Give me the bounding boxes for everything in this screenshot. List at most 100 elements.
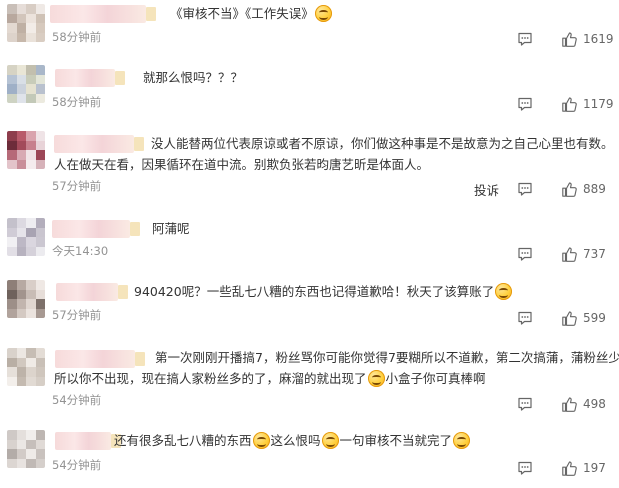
comment-time: 57分钟前: [52, 179, 102, 193]
avatar-pixel: [26, 13, 36, 23]
reply-icon[interactable]: [517, 396, 533, 412]
reply-icon[interactable]: [517, 181, 533, 197]
comment-time: 54分钟前: [52, 458, 102, 472]
avatar-pixel: [35, 289, 45, 299]
comment-time: 54分钟前: [52, 393, 102, 407]
avatar-pixel: [7, 227, 17, 237]
thumbs-up-icon: [561, 396, 578, 413]
avatar-pixel: [7, 458, 17, 468]
username-blurred[interactable]: [50, 5, 156, 23]
avatar-pixel: [35, 357, 45, 367]
report-link[interactable]: 投诉: [474, 180, 499, 199]
like-button[interactable]: 889: [561, 181, 619, 198]
avatar-pixel: [16, 23, 26, 33]
avatar[interactable]: [7, 218, 45, 256]
comment-text: 《审核不当》《工作失误》: [170, 3, 333, 25]
avatar-pixel: [35, 367, 45, 377]
comment-item: 940420呢？一些乱七八糟的东西也记得道歉哈！秋天了该算账了 57分钟前 59…: [0, 274, 619, 336]
reply-icon[interactable]: [517, 96, 533, 112]
avatar-pixel: [7, 74, 17, 84]
avatar-pixel: [7, 131, 17, 141]
grin-emoji-icon: [321, 432, 339, 449]
avatar-pixel: [7, 299, 17, 309]
smile-emoji-icon: [314, 5, 332, 22]
like-button[interactable]: 737: [561, 246, 619, 263]
avatar-pixel: [7, 65, 17, 75]
avatar-pixel: [35, 227, 45, 237]
username-blurred[interactable]: [55, 69, 125, 87]
avatar-pixel: [7, 218, 17, 228]
comment-actions: 737: [517, 244, 619, 264]
avatar-pixel: [16, 458, 26, 468]
comment-text: 没人能替两位代表原谅或者不原谅，你们做这种事是不是故意为之自己心里也有数。: [151, 136, 614, 151]
avatar-pixel: [35, 449, 45, 459]
avatar[interactable]: [7, 131, 45, 169]
reply-icon[interactable]: [517, 310, 533, 326]
avatar-pixel: [35, 246, 45, 256]
avatar-pixel: [16, 308, 26, 318]
avatar-pixel: [26, 376, 36, 386]
avatar[interactable]: [7, 430, 45, 468]
comment-time: 58分钟前: [52, 30, 102, 44]
username-blurred[interactable]: [56, 283, 128, 301]
like-button[interactable]: 1619: [561, 31, 619, 48]
like-button[interactable]: 599: [561, 310, 619, 327]
username-blurred[interactable]: [55, 350, 145, 368]
avatar-pixel: [7, 32, 17, 42]
avatar-pixel: [26, 449, 36, 459]
avatar-pixel: [35, 74, 45, 84]
reply-icon[interactable]: [517, 31, 533, 47]
avatar-pixel: [35, 376, 45, 386]
comment-time: 58分钟前: [52, 95, 102, 109]
avatar-pixel: [16, 449, 26, 459]
avatar-pixel: [26, 65, 36, 75]
comment-item: 第一次刚刚开播搞7，粉丝骂你可能你觉得7要糊所以不道歉，第二次搞蒲，蒲粉丝少 所…: [0, 343, 619, 423]
like-count: 889: [583, 182, 606, 196]
avatar-pixel: [26, 237, 36, 247]
avatar-pixel: [7, 4, 17, 14]
username-blurred[interactable]: [55, 432, 121, 450]
avatar-pixel: [26, 308, 36, 318]
avatar-pixel: [26, 289, 36, 299]
like-button[interactable]: 498: [561, 396, 619, 413]
avatar-pixel: [26, 430, 36, 440]
avatar-pixel: [26, 4, 36, 14]
comment-item: 《审核不当》《工作失误》 58分钟前 1619: [0, 0, 619, 60]
comment-actions: 投诉 889: [474, 179, 619, 199]
comment-actions: 599: [517, 308, 619, 328]
comment-actions: 498: [517, 394, 619, 414]
avatar-pixel: [26, 159, 36, 169]
like-count: 197: [583, 461, 606, 475]
avatar-pixel: [16, 289, 26, 299]
avatar-pixel: [16, 140, 26, 150]
thumbs-up-icon: [561, 96, 578, 113]
avatar-pixel: [16, 348, 26, 358]
avatar-pixel: [7, 430, 17, 440]
comment-item: 没人能替两位代表原谅或者不原谅，你们做这种事是不是故意为之自己心里也有数。 人在…: [0, 128, 619, 208]
avatar[interactable]: [7, 280, 45, 318]
comment-time: 57分钟前: [52, 308, 102, 322]
avatar-pixel: [35, 84, 45, 94]
avatar[interactable]: [7, 4, 45, 42]
like-button[interactable]: 197: [561, 460, 619, 477]
username-blurred[interactable]: [54, 135, 144, 153]
reply-icon[interactable]: [517, 460, 533, 476]
avatar[interactable]: [7, 65, 45, 103]
avatar-pixel: [35, 93, 45, 103]
comment-text: 还有很多乱七八糟的东西 这么恨吗 一句审核不当就完了: [114, 430, 471, 452]
thumbs-up-icon: [561, 460, 578, 477]
avatar-pixel: [7, 439, 17, 449]
avatar-pixel: [26, 280, 36, 290]
comment-actions: 197: [517, 458, 619, 478]
comment-text: 940420呢？一些乱七八糟的东西也记得道歉哈！秋天了该算账了: [134, 281, 513, 303]
grin-emoji-icon: [453, 432, 471, 449]
like-count: 1179: [583, 97, 614, 111]
thumbs-up-icon: [561, 181, 578, 198]
reply-icon[interactable]: [517, 246, 533, 262]
avatar-pixel: [26, 348, 36, 358]
username-blurred[interactable]: [52, 220, 140, 238]
avatar-pixel: [26, 299, 36, 309]
like-button[interactable]: 1179: [561, 96, 619, 113]
avatar-pixel: [7, 13, 17, 23]
avatar[interactable]: [7, 348, 45, 386]
